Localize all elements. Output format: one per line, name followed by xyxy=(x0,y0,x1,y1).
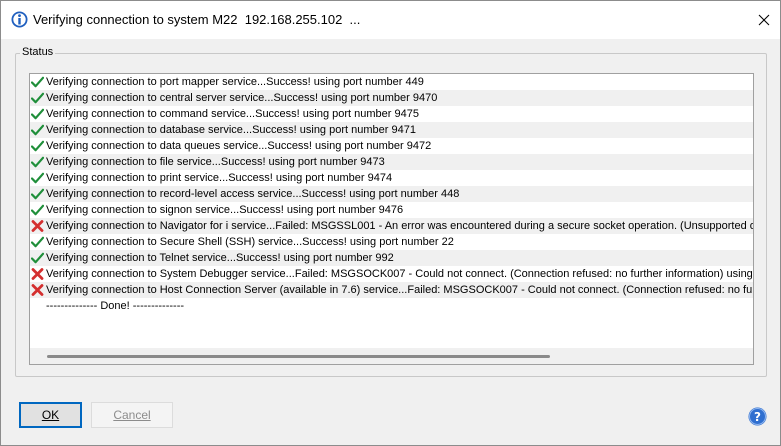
log-row[interactable]: Verifying connection to port mapper serv… xyxy=(30,74,753,90)
success-check-icon xyxy=(31,156,44,168)
log-row-text: Verifying connection to database service… xyxy=(46,124,416,136)
failed-x-icon xyxy=(31,220,44,232)
log-row-text: Verifying connection to file service...S… xyxy=(46,156,385,168)
log-row-text: Verifying connection to command service.… xyxy=(46,108,419,120)
log-row[interactable]: Verifying connection to database service… xyxy=(30,122,753,138)
horizontal-scrollbar[interactable] xyxy=(30,348,753,364)
dialog-window: Verifying connection to system M22 192.1… xyxy=(0,0,781,446)
success-check-icon xyxy=(31,172,44,184)
log-row[interactable]: -------------- Done! -------------- xyxy=(30,298,753,314)
ok-button-label: OK xyxy=(41,408,60,422)
status-group-label: Status xyxy=(20,46,56,58)
log-row[interactable]: Verifying connection to Navigator for i … xyxy=(30,218,753,234)
success-check-icon xyxy=(31,140,44,152)
ok-button[interactable]: OK xyxy=(19,402,82,428)
success-check-icon xyxy=(31,108,44,120)
log-row-text: Verifying connection to print service...… xyxy=(46,172,393,184)
close-button[interactable] xyxy=(748,5,780,35)
ibm-i-access-icon xyxy=(11,11,28,28)
window-title: Verifying connection to system M22 192.1… xyxy=(33,12,361,27)
log-row[interactable]: Verifying connection to System Debugger … xyxy=(30,266,753,282)
log-row-text: Verifying connection to System Debugger … xyxy=(46,268,753,280)
log-row-text: Verifying connection to Secure Shell (SS… xyxy=(46,236,454,248)
log-row[interactable]: Verifying connection to file service...S… xyxy=(30,154,753,170)
log-row[interactable]: Verifying connection to command service.… xyxy=(30,106,753,122)
log-row-text: Verifying connection to port mapper serv… xyxy=(46,76,424,88)
log-row[interactable]: Verifying connection to Host Connection … xyxy=(30,282,753,298)
success-check-icon xyxy=(31,188,44,200)
log-row-text: Verifying connection to Telnet service..… xyxy=(46,252,394,264)
failed-x-icon xyxy=(31,284,44,296)
log-row[interactable]: Verifying connection to signon service..… xyxy=(30,202,753,218)
failed-x-icon xyxy=(31,268,44,280)
success-check-icon xyxy=(31,92,44,104)
help-icon[interactable]: ? xyxy=(748,407,767,426)
cancel-button-label: Cancel xyxy=(113,408,151,422)
log-row-text: Verifying connection to data queues serv… xyxy=(46,140,432,152)
log-row[interactable]: Verifying connection to print service...… xyxy=(30,170,753,186)
title-bar[interactable]: Verifying connection to system M22 192.1… xyxy=(1,1,780,39)
svg-text:?: ? xyxy=(754,410,761,424)
success-check-icon xyxy=(31,204,44,216)
close-icon xyxy=(758,14,770,26)
log-row[interactable]: Verifying connection to Telnet service..… xyxy=(30,250,753,266)
success-check-icon xyxy=(31,124,44,136)
log-row[interactable]: Verifying connection to record-level acc… xyxy=(30,186,753,202)
success-check-icon xyxy=(31,252,44,264)
log-row[interactable]: Verifying connection to Secure Shell (SS… xyxy=(30,234,753,250)
success-check-icon xyxy=(31,76,44,88)
log-row-text: Verifying connection to signon service..… xyxy=(46,204,404,216)
status-log-list[interactable]: Verifying connection to port mapper serv… xyxy=(29,73,754,365)
status-log-rows: Verifying connection to port mapper serv… xyxy=(30,74,753,314)
log-row[interactable]: Verifying connection to data queues serv… xyxy=(30,138,753,154)
log-row-text: Verifying connection to Host Connection … xyxy=(46,284,753,296)
success-check-icon xyxy=(31,236,44,248)
cancel-button[interactable]: Cancel xyxy=(91,402,173,428)
log-row-text: Verifying connection to record-level acc… xyxy=(46,188,460,200)
log-row[interactable]: Verifying connection to central server s… xyxy=(30,90,753,106)
log-row-text: -------------- Done! -------------- xyxy=(46,300,185,312)
scrollbar-thumb[interactable] xyxy=(47,355,550,358)
log-row-text: Verifying connection to central server s… xyxy=(46,92,438,104)
log-row-text: Verifying connection to Navigator for i … xyxy=(46,220,753,232)
